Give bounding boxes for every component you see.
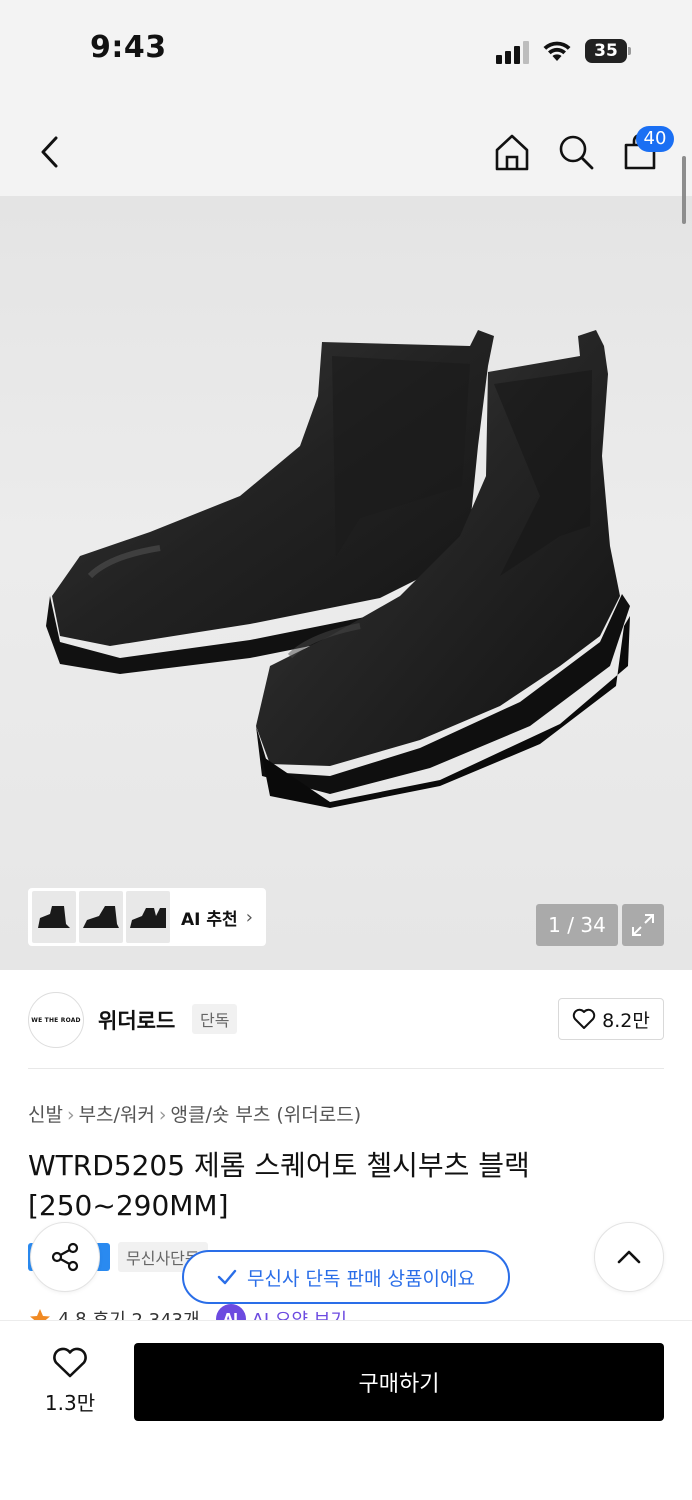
breadcrumb-separator: › — [158, 1104, 167, 1126]
boot-thumb-icon — [130, 908, 166, 928]
top-nav — [0, 110, 692, 190]
heart-icon — [53, 1347, 87, 1378]
product-title: WTRD5205 제롬 스퀘어토 첼시부츠 블랙 [250~290MM] — [28, 1149, 530, 1222]
status-time: 9:43 — [90, 30, 167, 65]
breadcrumb-item[interactable]: 신발 — [28, 1104, 63, 1126]
heart-icon — [572, 1008, 596, 1029]
brand-logo[interactable]: WE THE ROAD — [28, 992, 84, 1048]
thumbnail-2[interactable] — [79, 891, 123, 943]
brand-like-count: 8.2만 — [602, 1009, 650, 1032]
breadcrumb-separator: › — [66, 1104, 75, 1126]
brand-exclusive-tag: 단독 — [192, 1004, 238, 1034]
chevron-right-icon: › — [245, 906, 253, 928]
battery-level: 35 — [585, 39, 627, 63]
battery-icon: 35 — [585, 39, 631, 63]
search-icon — [559, 135, 594, 170]
thumbnail-1[interactable] — [32, 891, 76, 943]
boot-thumb-icon — [83, 906, 119, 928]
breadcrumb-item[interactable]: 부츠/워커 — [79, 1104, 155, 1126]
brand-row: WE THE ROAD 위더로드 단독 8.2만 — [0, 990, 692, 1050]
check-icon — [217, 1269, 237, 1285]
boot-thumb-icon — [38, 906, 70, 928]
ai-recommend-label: AI 추천 — [181, 909, 238, 930]
breadcrumb-item[interactable]: 앵클/숏 부츠 (위더로드) — [171, 1104, 362, 1126]
home-button[interactable] — [488, 128, 536, 176]
share-icon — [51, 1242, 79, 1272]
expand-button[interactable] — [622, 904, 664, 946]
scroll-indicator[interactable] — [682, 156, 686, 224]
thumbnail-3[interactable] — [126, 891, 170, 943]
toast-text: 무신사 단독 판매 상품이에요 — [247, 1267, 475, 1290]
buy-button[interactable]: 구매하기 — [134, 1343, 664, 1421]
chevron-up-icon — [617, 1250, 641, 1264]
brand-like-button[interactable]: 8.2만 — [558, 998, 664, 1040]
share-button[interactable] — [30, 1222, 100, 1292]
exclusive-toast: 무신사 단독 판매 상품이에요 — [182, 1250, 510, 1304]
cart-count-badge: 40 — [636, 126, 674, 152]
wish-count: 1.3만 — [44, 1391, 96, 1415]
ai-recommend-strip[interactable]: AI 추천 › — [28, 888, 266, 946]
home-icon — [495, 134, 529, 171]
breadcrumb: 신발 › 부츠/워커 › 앵클/숏 부츠 (위더로드) — [28, 1100, 361, 1127]
back-icon — [41, 136, 58, 168]
wifi-icon — [543, 41, 571, 61]
product-image[interactable] — [0, 196, 692, 970]
boots-image — [46, 330, 630, 808]
search-button[interactable] — [552, 128, 600, 176]
scroll-top-button[interactable] — [594, 1222, 664, 1292]
back-button[interactable] — [26, 128, 74, 176]
bottom-action-bar: 1.3만 구매하기 — [0, 1320, 692, 1500]
signal-icon — [496, 40, 532, 64]
wish-button[interactable]: 1.3만 — [30, 1347, 110, 1416]
image-counter: 1 / 34 — [536, 904, 618, 946]
divider — [28, 1068, 664, 1069]
brand-name[interactable]: 위더로드 — [98, 1005, 175, 1035]
status-bar: 9:43 35 — [0, 0, 692, 100]
expand-icon — [632, 914, 654, 936]
